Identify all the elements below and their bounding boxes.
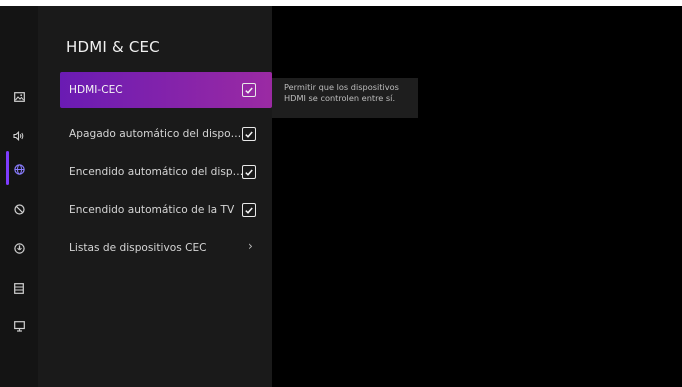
cec-device-list-item[interactable]: Listas de dispositivos CEC › — [60, 230, 272, 266]
auto-device-on-label: Encendido automático del disp… — [69, 166, 244, 178]
auto-tv-on-toggle[interactable]: Encendido automático de la TV — [60, 192, 272, 228]
auto-device-off-toggle[interactable]: Apagado automático del dispo… — [60, 116, 272, 152]
checkbox-checked-icon[interactable] — [242, 165, 256, 179]
checkbox-checked-icon[interactable] — [242, 203, 256, 217]
description-line-2: HDMI se controlen entre sí. — [284, 93, 396, 103]
tv-screen: HDMI & CEC HDMI-CEC Apagado automático d… — [0, 6, 682, 387]
picture-icon[interactable] — [0, 87, 38, 107]
settings-rail — [0, 6, 38, 387]
list-icon[interactable] — [0, 278, 38, 298]
hdmi-cec-label: HDMI-CEC — [69, 84, 123, 96]
accessibility-icon[interactable] — [0, 199, 38, 219]
checkbox-checked-icon[interactable] — [242, 83, 256, 97]
auto-device-off-label: Apagado automático del dispo… — [69, 128, 242, 140]
page-title: HDMI & CEC — [66, 38, 160, 56]
auto-device-on-toggle[interactable]: Encendido automático del disp… — [60, 154, 272, 190]
auto-tv-on-label: Encendido automático de la TV — [69, 204, 235, 216]
sound-icon[interactable] — [0, 126, 38, 146]
cec-device-list-label: Listas de dispositivos CEC — [69, 242, 207, 254]
option-description: Permitir que los dispositivos HDMI se co… — [272, 78, 418, 118]
globe-icon[interactable] — [0, 159, 38, 179]
description-line-1: Permitir que los dispositivos — [284, 82, 399, 92]
hdmi-cec-toggle[interactable]: HDMI-CEC — [60, 72, 272, 108]
checkbox-checked-icon[interactable] — [242, 127, 256, 141]
chevron-right-icon: › — [248, 239, 253, 253]
monitor-icon[interactable] — [0, 316, 38, 336]
power-icon[interactable] — [0, 238, 38, 258]
